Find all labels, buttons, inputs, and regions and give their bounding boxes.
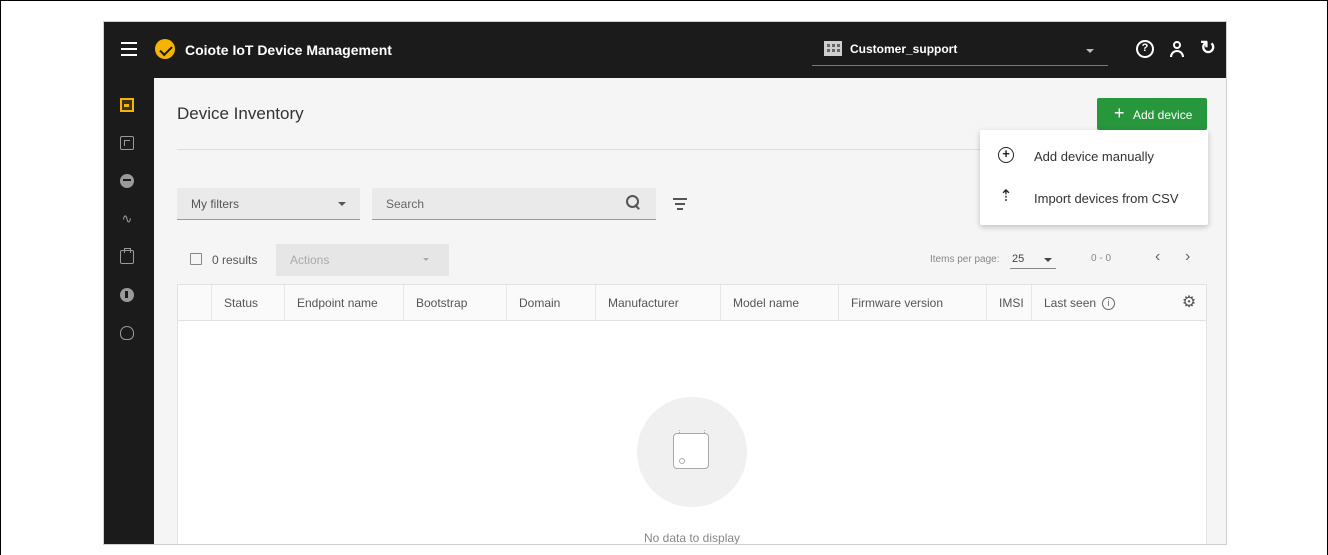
items-per-page-select[interactable]: 25 bbox=[1010, 249, 1056, 269]
column-header-endpoint-name[interactable]: Endpoint name bbox=[284, 285, 403, 321]
upload-icon: ⇡ bbox=[999, 188, 1013, 205]
table-header: Status Endpoint name Bootstrap Domain Ma… bbox=[178, 285, 1206, 321]
results-count: 0 results bbox=[212, 253, 258, 267]
select-all-checkbox[interactable] bbox=[190, 253, 202, 265]
sidebar-item-clipboard[interactable] bbox=[120, 136, 134, 150]
help-icon[interactable]: ? bbox=[1136, 40, 1154, 58]
page-title: Device Inventory bbox=[177, 104, 304, 123]
sidebar: ∿ bbox=[104, 78, 154, 544]
sidebar-item-globe[interactable] bbox=[120, 174, 134, 188]
plus-icon: + bbox=[1114, 103, 1125, 123]
app-window: Coiote IoT Device Management Customer_su… bbox=[103, 21, 1227, 545]
main-content: Device Inventory + Add device + Add devi… bbox=[154, 78, 1226, 545]
menu-item-add-manually[interactable]: + Add device manually bbox=[980, 135, 1208, 177]
results-toolbar: 0 results Actions Items per page: 25 0 -… bbox=[177, 244, 1207, 276]
add-circle-icon: + bbox=[998, 147, 1014, 163]
chevron-down-icon bbox=[1044, 258, 1052, 262]
column-header-bootstrap[interactable]: Bootstrap bbox=[403, 285, 506, 321]
actions-select[interactable]: Actions bbox=[276, 244, 449, 276]
search-input[interactable] bbox=[386, 195, 606, 213]
menu-item-label: Add device manually bbox=[1034, 149, 1154, 164]
items-per-page-label: Items per page: bbox=[930, 254, 1000, 265]
refresh-icon[interactable]: ↻ bbox=[1198, 39, 1218, 59]
search-icon[interactable] bbox=[626, 195, 640, 209]
building-icon bbox=[824, 41, 842, 56]
add-device-menu: + Add device manually ⇡ Import devices f… bbox=[980, 130, 1208, 225]
chip-icon bbox=[673, 430, 709, 469]
empty-state-illustration bbox=[637, 397, 747, 507]
search-field bbox=[372, 188, 656, 220]
gear-icon[interactable]: ⚙ bbox=[1180, 294, 1198, 312]
sidebar-item-link[interactable]: ∿ bbox=[120, 212, 134, 226]
sidebar-item-package[interactable] bbox=[120, 248, 134, 264]
chevron-down-icon bbox=[338, 202, 346, 206]
add-device-label: Add device bbox=[1133, 108, 1193, 122]
column-header-last-seen[interactable]: Last seen i bbox=[1031, 285, 1171, 321]
workspace-label: Customer_support bbox=[850, 42, 958, 56]
column-header-manufacturer[interactable]: Manufacturer bbox=[595, 285, 720, 321]
menu-icon[interactable] bbox=[121, 42, 137, 56]
actions-label: Actions bbox=[290, 253, 330, 267]
column-header-select bbox=[178, 285, 211, 321]
sidebar-item-device-inventory[interactable] bbox=[120, 98, 134, 112]
page-range: 0 - 0 bbox=[1091, 253, 1112, 264]
sidebar-item-cloud[interactable] bbox=[120, 326, 134, 340]
menu-item-import-csv[interactable]: ⇡ Import devices from CSV bbox=[980, 177, 1208, 219]
chevron-down-icon bbox=[423, 258, 429, 261]
my-filters-label: My filters bbox=[191, 197, 239, 211]
my-filters-select[interactable]: My filters bbox=[177, 188, 360, 220]
workspace-select[interactable]: Customer_support bbox=[812, 34, 1108, 66]
top-bar: Coiote IoT Device Management Customer_su… bbox=[104, 22, 1226, 78]
user-icon[interactable] bbox=[1167, 39, 1187, 59]
previous-page-icon[interactable]: ‹ bbox=[1155, 248, 1160, 266]
add-device-button[interactable]: + Add device bbox=[1097, 98, 1207, 130]
column-header-domain[interactable]: Domain bbox=[506, 285, 595, 321]
column-header-firmware-version[interactable]: Firmware version bbox=[838, 285, 986, 321]
app-title: Coiote IoT Device Management bbox=[185, 42, 392, 58]
last-seen-label: Last seen bbox=[1044, 296, 1097, 310]
menu-item-label: Import devices from CSV bbox=[1034, 191, 1179, 206]
sidebar-item-power[interactable] bbox=[120, 288, 134, 302]
column-header-model-name[interactable]: Model name bbox=[720, 285, 838, 321]
column-header-imsi[interactable]: IMSI bbox=[986, 285, 1031, 321]
filter-icon[interactable] bbox=[673, 198, 687, 210]
empty-state-message: No data to display bbox=[643, 531, 741, 545]
items-per-page-value: 25 bbox=[1012, 253, 1025, 265]
logo-icon bbox=[155, 39, 175, 59]
column-header-status[interactable]: Status bbox=[211, 285, 284, 321]
chevron-down-icon bbox=[1086, 49, 1094, 53]
info-icon[interactable]: i bbox=[1102, 297, 1116, 311]
next-page-icon[interactable]: › bbox=[1185, 248, 1190, 266]
device-table: Status Endpoint name Bootstrap Domain Ma… bbox=[177, 284, 1207, 545]
